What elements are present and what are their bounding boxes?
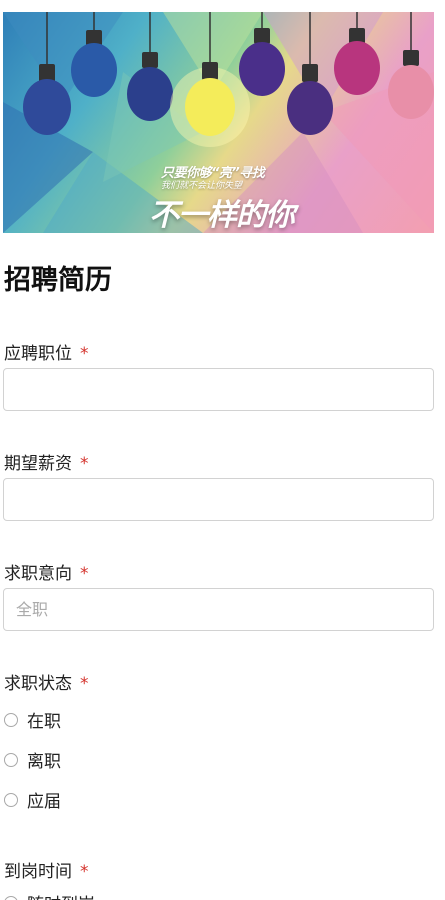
status-option-employed[interactable]: 在职: [4, 707, 61, 732]
required-mark: *: [80, 564, 89, 584]
required-mark: *: [80, 344, 89, 364]
arrival-option-label: 随时到岗: [27, 890, 95, 900]
salary-label-text: 期望薪资: [4, 454, 72, 474]
status-option-graduate[interactable]: 应届: [4, 787, 61, 812]
status-option-label: 离职: [27, 752, 61, 772]
bulb-3: [127, 12, 173, 121]
arrival-option-anytime[interactable]: 随时到岗: [4, 890, 95, 900]
position-label: 应聘职位 *: [4, 339, 89, 364]
intention-label: 求职意向 *: [4, 559, 89, 584]
intention-label-text: 求职意向: [4, 564, 72, 584]
radio-circle-icon[interactable]: [4, 712, 18, 727]
bulb-8: [388, 12, 434, 119]
page-title: 招聘简历: [4, 265, 112, 296]
position-input[interactable]: [3, 368, 434, 411]
status-label-text: 求职状态: [4, 674, 72, 694]
radio-circle-icon[interactable]: [4, 752, 18, 767]
intention-input[interactable]: [3, 588, 434, 631]
salary-input[interactable]: [3, 478, 434, 521]
required-mark: *: [80, 454, 89, 474]
required-mark: *: [80, 862, 89, 882]
status-label: 求职状态 *: [4, 669, 89, 694]
status-option-resigned[interactable]: 离职: [4, 747, 61, 772]
header-banner: 只要你够“亮”寻找 我们就不会让你失望 不一样的你: [3, 12, 434, 233]
arrival-label: 到岗时间 *: [4, 857, 89, 882]
radio-circle-icon[interactable]: [4, 792, 18, 807]
status-option-label: 在职: [27, 712, 61, 732]
banner-headline: 不一样的你: [149, 198, 295, 233]
position-label-text: 应聘职位: [4, 344, 72, 364]
arrival-label-text: 到岗时间: [4, 862, 72, 882]
required-mark: *: [80, 674, 89, 694]
radio-circle-icon[interactable]: [4, 895, 18, 900]
status-option-label: 应届: [27, 792, 61, 812]
salary-label: 期望薪资 *: [4, 449, 89, 474]
